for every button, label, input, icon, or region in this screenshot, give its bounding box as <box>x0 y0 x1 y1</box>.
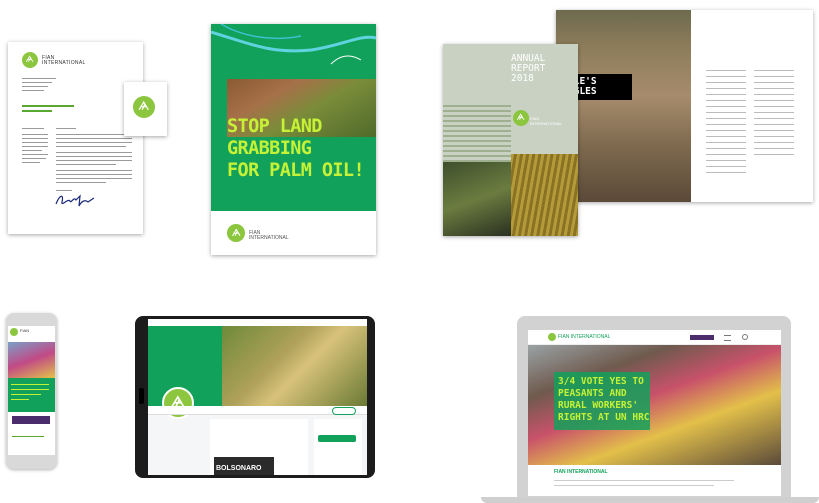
river-illustration <box>211 24 376 65</box>
tablet-follow-button[interactable] <box>332 407 356 415</box>
tablet-screen: BOLSONARO <box>148 319 367 475</box>
annual-report-cover: ANNUAL REPORT 2018 FIAN INTERNATIONAL <box>443 44 578 236</box>
fian-logo-icon <box>133 96 155 118</box>
tablet-cover-photo <box>222 326 367 406</box>
phone-screen: FIAN <box>8 326 55 455</box>
laptop-hero-headline: 3/4 VOTE YES TO PEASANTS AND RURAL WORKE… <box>558 376 650 423</box>
tablet-green-button[interactable] <box>318 435 356 442</box>
signature-image <box>55 194 95 207</box>
menu-icon[interactable] <box>724 335 731 341</box>
booklet-cover: STOP LAND GRABBING FOR PALM OIL! FIAN IN… <box>211 24 376 255</box>
report-title: ANNUAL REPORT 2018 <box>511 53 546 84</box>
tablet-post-text: BOLSONARO <box>216 465 262 472</box>
fian-logo-icon <box>513 110 529 126</box>
laptop-brand: FIAN INTERNATIONAL <box>558 334 611 340</box>
booklet-brand: FIAN INTERNATIONAL <box>249 230 289 241</box>
tablet-mockup: BOLSONARO <box>135 316 375 478</box>
tablet-topbar <box>148 319 367 326</box>
report-brand: FIAN INTERNATIONAL <box>530 116 562 126</box>
phone-mockup: FIAN <box>6 313 57 469</box>
report-photo-left <box>443 162 511 236</box>
laptop-base <box>481 497 819 503</box>
business-card <box>124 82 167 136</box>
report-texture <box>443 104 511 162</box>
report-spread: PLE'S GGLES <box>556 10 813 202</box>
fian-logo-icon <box>10 328 18 336</box>
phone-brand: FIAN <box>20 328 30 333</box>
laptop-screen: FIAN INTERNATIONAL 3/4 VOTE YES TO PEASA… <box>528 330 781 496</box>
fian-logo-icon <box>548 333 556 341</box>
laptop-section-title: FIAN INTERNATIONAL <box>554 469 608 475</box>
fian-logo-icon <box>22 52 38 68</box>
fian-logo-icon <box>227 224 245 242</box>
donate-button[interactable] <box>690 335 714 340</box>
letterhead-brand: FIAN INTERNATIONAL <box>42 55 86 66</box>
letterhead-document: FIAN INTERNATIONAL <box>8 42 143 234</box>
tablet-home-button[interactable] <box>139 388 144 404</box>
search-icon[interactable] <box>742 334 748 340</box>
report-photo-right <box>511 154 578 236</box>
laptop-mockup: FIAN INTERNATIONAL 3/4 VOTE YES TO PEASA… <box>517 316 791 499</box>
phone-hero-photo <box>8 342 55 378</box>
booklet-headline: STOP LAND GRABBING FOR PALM OIL! <box>227 116 365 181</box>
tablet-side-card <box>314 419 362 475</box>
phone-purple-button[interactable] <box>12 416 50 424</box>
